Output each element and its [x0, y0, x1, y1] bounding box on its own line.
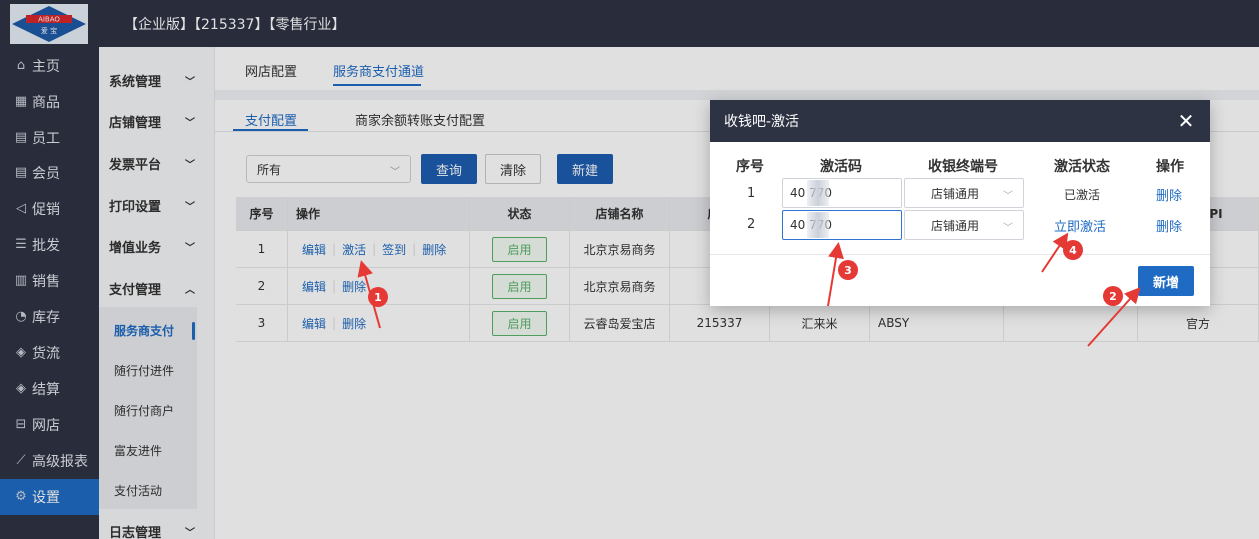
close-icon[interactable]: ✕	[1176, 111, 1196, 131]
annotation-badge: 1	[368, 287, 388, 307]
activation-modal: 收钱吧-激活 ✕ 序号 激活码 收银终端号 激活状态 操作 1 40 770 店…	[710, 100, 1210, 306]
terminal-select[interactable]: 店铺通用 ﹀	[904, 178, 1024, 208]
activate-now-link[interactable]: 立即激活	[1054, 216, 1106, 235]
chevron-down-icon: ﹀	[1003, 223, 1013, 234]
redaction-blur	[807, 180, 829, 206]
col-header-action: 操作	[1156, 159, 1184, 175]
add-button[interactable]: 新增	[1138, 266, 1194, 296]
col-header-state: 激活状态	[1054, 159, 1110, 175]
divider	[710, 254, 1210, 255]
col-header-code: 激活码	[820, 159, 862, 175]
annotation-badge: 2	[1103, 286, 1123, 306]
terminal-select-value: 店铺通用	[931, 218, 980, 233]
modal-title-text: 收钱吧-激活	[724, 114, 800, 130]
terminal-select-value: 店铺通用	[931, 186, 980, 201]
delete-link[interactable]: 删除	[1156, 216, 1182, 235]
col-header-no: 序号	[736, 159, 764, 175]
col-header-terminal: 收银终端号	[928, 159, 998, 175]
redaction-blur	[807, 212, 829, 238]
modal-row-no: 1	[747, 186, 756, 201]
modal-title: 收钱吧-激活	[710, 100, 1210, 142]
activation-code-input[interactable]: 40 770	[782, 210, 902, 240]
terminal-select[interactable]: 店铺通用 ﹀	[904, 210, 1024, 240]
annotation-badge: 3	[838, 260, 858, 280]
annotation-badge: 4	[1063, 240, 1083, 260]
chevron-down-icon: ﹀	[1003, 191, 1013, 202]
activation-state: 已激活	[1064, 188, 1101, 202]
activation-code-input[interactable]: 40 770	[782, 178, 902, 208]
delete-link[interactable]: 删除	[1156, 185, 1182, 204]
modal-row-no: 2	[747, 217, 756, 232]
